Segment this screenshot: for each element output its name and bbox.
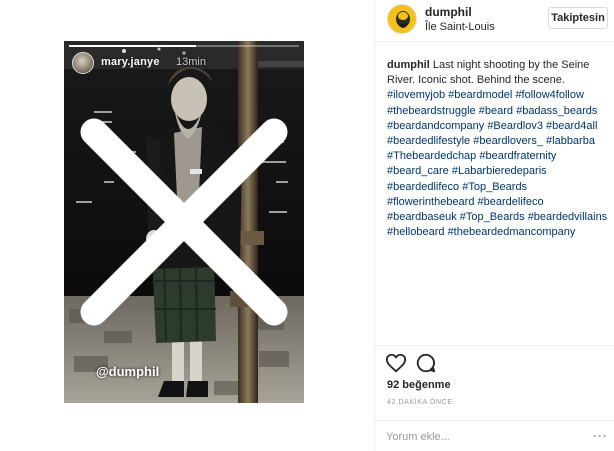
hashtag-link[interactable]: #Beardlov3 xyxy=(487,120,543,132)
caption-username[interactable]: dumphil xyxy=(387,59,430,71)
hashtag-link[interactable]: #beard xyxy=(479,105,513,117)
hashtag-link[interactable]: #beardmodel xyxy=(448,89,512,101)
post-owner-username[interactable]: dumphil xyxy=(425,5,472,19)
comment-box: ··· xyxy=(375,420,614,451)
more-options-icon[interactable]: ··· xyxy=(593,429,608,443)
comment-icon[interactable] xyxy=(415,352,437,374)
avatar-illustration xyxy=(388,5,416,33)
hashtag-link[interactable]: #beardedlifestyle xyxy=(387,135,470,147)
hashtag-link[interactable]: #beardbaseuk xyxy=(387,211,457,223)
hashtag-link[interactable]: #hellobeard xyxy=(387,226,445,238)
hashtag-link[interactable]: #beardandcompany xyxy=(387,120,484,132)
post-timestamp: 42 DAKİKA ÖNCE xyxy=(387,399,453,406)
hashtag-link[interactable]: #Top_Beards xyxy=(462,181,527,193)
post-location[interactable]: Île Saint-Louis xyxy=(425,21,495,33)
hashtag-link[interactable]: #badass_beards xyxy=(516,105,597,117)
hashtag-link[interactable]: #beardfraternity xyxy=(479,150,556,162)
hashtag-link[interactable]: #thebeardstruggle xyxy=(387,105,476,117)
post-media: mary.janye 13min @dumphil xyxy=(0,0,373,451)
hashtag-link[interactable]: #Labarbieredeparis xyxy=(452,165,547,177)
hashtag-link[interactable]: #ilovemyjob xyxy=(387,89,445,101)
post-header: dumphil Île Saint-Louis Takiptesin xyxy=(375,0,614,42)
avatar[interactable] xyxy=(387,4,417,34)
hashtag-link[interactable]: #flowerinthebeard xyxy=(387,196,474,208)
story-mention-tag: @dumphil xyxy=(96,364,160,379)
hashtag-link[interactable]: #thebeardedmancompany xyxy=(448,226,576,238)
hashtag-link[interactable]: #beardedvillains xyxy=(528,211,608,223)
instagram-post: mary.janye 13min @dumphil dumphil Île Sa… xyxy=(0,0,614,451)
hashtag-link[interactable]: #labbarba xyxy=(546,135,595,147)
hashtag-link[interactable]: #beardlovers_ xyxy=(473,135,543,147)
hashtag-link[interactable]: #follow4follow xyxy=(515,89,583,101)
hashtag-link[interactable]: #beardedlifeco xyxy=(387,181,459,193)
comment-input[interactable] xyxy=(386,429,566,445)
story-screenshot-photo: mary.janye 13min @dumphil xyxy=(64,41,304,403)
heart-icon[interactable] xyxy=(385,352,407,374)
post-sidebar: dumphil Île Saint-Louis Takiptesin dumph… xyxy=(374,0,614,451)
post-actions: 92 beğenme 42 DAKİKA ÖNCE ··· xyxy=(375,345,614,451)
post-caption: dumphil Last night shooting by the Seine… xyxy=(387,58,609,240)
hashtag-link[interactable]: #Top_Beards xyxy=(460,211,525,223)
following-button[interactable]: Takiptesin xyxy=(548,7,608,29)
close-icon[interactable] xyxy=(64,41,304,403)
hashtag-list: #ilovemyjob #beardmodel #follow4follow #… xyxy=(387,89,607,238)
hashtag-link[interactable]: #Thebeardedchap xyxy=(387,150,476,162)
hashtag-link[interactable]: #beard4all xyxy=(546,120,597,132)
like-count[interactable]: 92 beğenme xyxy=(387,379,451,391)
hashtag-link[interactable]: #beardelifeco xyxy=(478,196,544,208)
hashtag-link[interactable]: #beard_care xyxy=(387,165,449,177)
